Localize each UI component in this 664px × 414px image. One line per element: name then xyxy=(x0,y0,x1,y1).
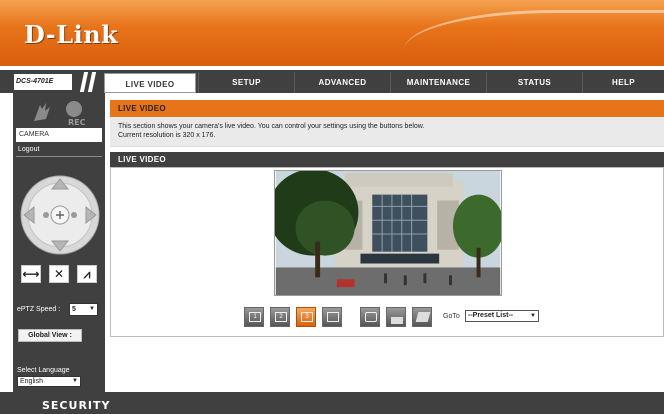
model-name: DCS-4701E xyxy=(14,74,72,90)
snapshot-button[interactable] xyxy=(360,307,380,327)
snapshot-icon xyxy=(365,312,377,322)
rec-label: REC xyxy=(68,118,86,127)
path-icon[interactable]: ⩘ xyxy=(77,265,97,283)
profile-2-button[interactable]: 2 xyxy=(270,307,290,327)
resolution-text: Current resolution is 320 x 176. xyxy=(118,132,216,139)
zoom-out-icon[interactable] xyxy=(43,212,49,218)
live-video-feed[interactable] xyxy=(274,170,502,296)
profile-3-button[interactable]: 3 xyxy=(296,307,316,327)
live-video-bar: LIVE VIDEO xyxy=(110,152,664,167)
tab-setup[interactable]: SETUP xyxy=(198,72,294,93)
fullscreen-icon xyxy=(327,312,339,322)
ptz-direction-pad[interactable] xyxy=(20,175,100,255)
section-title: LIVE VIDEO xyxy=(110,100,664,117)
profile-3-icon: 3 xyxy=(301,312,313,322)
banner-swoosh xyxy=(404,10,664,66)
security-label: SECURITY xyxy=(42,399,111,412)
tab-live-video[interactable]: LIVE VIDEO xyxy=(104,73,196,93)
language-select[interactable]: English xyxy=(17,376,81,387)
record-button[interactable] xyxy=(386,307,406,327)
preset-list-select[interactable]: --Preset List-- xyxy=(465,310,539,322)
tab-advanced[interactable]: ADVANCED xyxy=(294,72,390,93)
horizontal-arrows-icon[interactable]: ⟷ xyxy=(21,265,41,283)
folder-icon xyxy=(415,312,431,322)
logout-link[interactable]: Logout xyxy=(18,146,39,153)
header-banner: D-Link xyxy=(0,0,664,66)
description-text: This section shows your camera's live vi… xyxy=(118,123,425,130)
tab-status[interactable]: STATUS xyxy=(486,72,582,93)
record-icon xyxy=(391,317,403,324)
description-box: This section shows your camera's live vi… xyxy=(110,117,664,147)
profile-2-icon: 2 xyxy=(275,312,287,322)
zoom-in-icon[interactable] xyxy=(71,212,77,218)
folder-button[interactable] xyxy=(412,307,432,327)
dlink-logo: D-Link xyxy=(24,20,119,49)
sidebar-item-camera[interactable]: CAMERA xyxy=(16,128,102,142)
eptz-speed-label: ePTZ Speed : xyxy=(17,306,61,313)
eptz-speed-select[interactable]: 5 xyxy=(69,303,98,316)
tab-maintenance[interactable]: MAINTENANCE xyxy=(390,72,486,93)
tab-help[interactable]: HELP xyxy=(582,72,664,93)
sidebar-divider xyxy=(16,156,102,157)
goto-label: GoTo xyxy=(443,313,460,320)
close-icon[interactable]: ✕ xyxy=(49,265,69,283)
profile-1-button[interactable]: 1 xyxy=(244,307,264,327)
fullscreen-button[interactable] xyxy=(322,307,342,327)
profile-1-icon: 1 xyxy=(249,312,261,322)
global-view-button[interactable]: Global View : xyxy=(18,329,82,342)
rec-icon: REC xyxy=(34,101,86,127)
language-label: Select Language xyxy=(17,367,70,374)
